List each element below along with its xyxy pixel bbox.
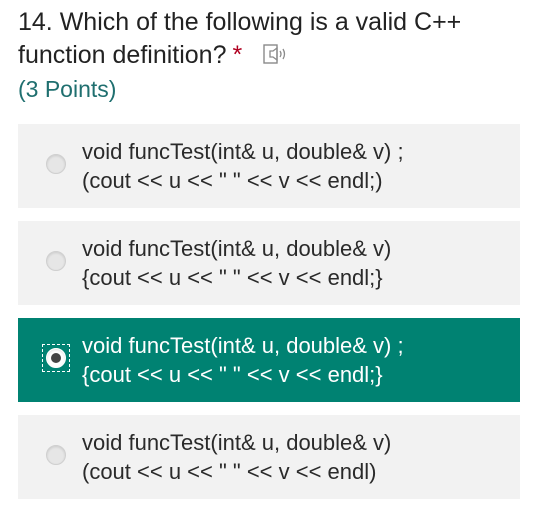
option-4[interactable]: void funcTest(int& u, double& v) (cout <… (18, 415, 520, 499)
option-1[interactable]: void funcTest(int& u, double& v) ; (cout… (18, 124, 520, 208)
question-header: 14. Which of the following is a valid C+… (18, 6, 518, 104)
option-2[interactable]: void funcTest(int& u, double& v) {cout <… (18, 221, 520, 305)
speaker-icon[interactable] (263, 42, 289, 64)
required-star: * (232, 41, 243, 69)
option-line-2: (cout << u << " " << v << endl) (82, 459, 377, 484)
answer-options: void funcTest(int& u, double& v) ; (cout… (18, 124, 520, 512)
option-text: void funcTest(int& u, double& v) (cout <… (82, 428, 512, 486)
radio-button[interactable] (46, 154, 66, 174)
option-line-2: {cout << u << " " << v << endl;} (82, 265, 383, 290)
radio-button[interactable] (46, 251, 66, 271)
option-line-1: void funcTest(int& u, double& v) (82, 430, 392, 455)
option-text: void funcTest(int& u, double& v) ; {cout… (82, 331, 512, 389)
question-title-line-2-row: function definition? * (18, 39, 518, 72)
form-page: 14. Which of the following is a valid C+… (0, 0, 539, 522)
option-line-1: void funcTest(int& u, double& v) ; (82, 333, 404, 358)
radio-button-selected[interactable] (46, 348, 66, 368)
option-text: void funcTest(int& u, double& v) {cout <… (82, 234, 512, 292)
question-title-line-1: 14. Which of the following is a valid C+… (18, 8, 462, 36)
option-3[interactable]: void funcTest(int& u, double& v) ; {cout… (18, 318, 520, 402)
points-label: (3 Points) (18, 76, 117, 102)
option-line-1: void funcTest(int& u, double& v) (82, 236, 392, 261)
option-text: void funcTest(int& u, double& v) ; (cout… (82, 137, 512, 195)
question-title-line-2: function definition? (18, 41, 227, 69)
radio-button[interactable] (46, 445, 66, 465)
option-line-2: {cout << u << " " << v << endl;} (82, 362, 383, 387)
option-line-1: void funcTest(int& u, double& v) ; (82, 139, 404, 164)
option-line-2: (cout << u << " " << v << endl;) (82, 168, 383, 193)
